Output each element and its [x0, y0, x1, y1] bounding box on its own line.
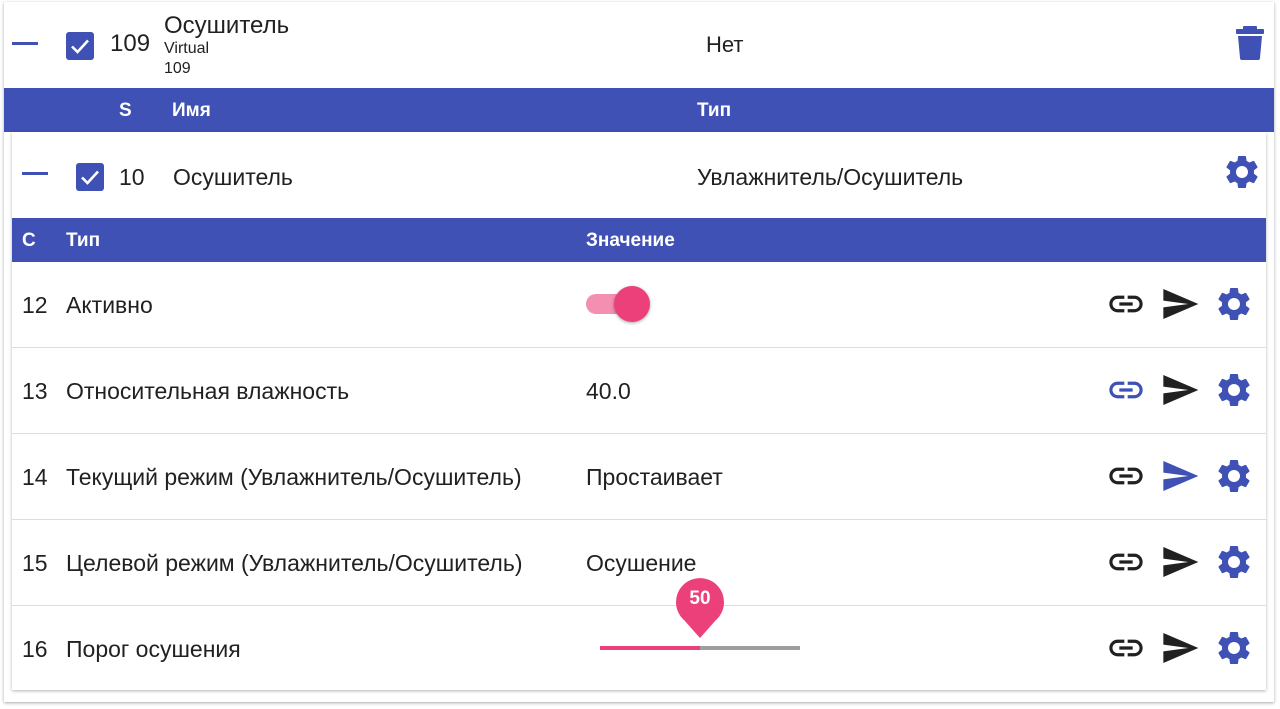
send-icon[interactable] — [1160, 456, 1200, 496]
send-icon[interactable] — [1160, 284, 1200, 324]
collapse-service-icon[interactable] — [22, 172, 48, 175]
service-settings-gear-icon[interactable] — [1222, 152, 1262, 192]
send-icon[interactable] — [1160, 542, 1200, 582]
header-col-type: Тип — [697, 100, 732, 121]
service-checkbox[interactable] — [76, 163, 104, 191]
link-icon[interactable] — [1106, 370, 1146, 410]
property-id: 16 — [22, 636, 48, 662]
property-id: 13 — [22, 378, 48, 404]
service-id: 10 — [119, 164, 145, 190]
properties-table-header: C Тип Значение — [12, 218, 1266, 262]
property-value: Осушение — [586, 550, 697, 576]
device-subtitle-2: 109 — [164, 60, 191, 77]
property-id: 14 — [22, 464, 48, 490]
device-checkbox[interactable] — [66, 32, 94, 60]
property-value: 40.0 — [586, 378, 631, 404]
checkmark-icon — [71, 39, 89, 54]
link-icon[interactable] — [1106, 456, 1146, 496]
property-name: Порог осушения — [66, 636, 241, 662]
property-name: Целевой режим (Увлажнитель/Осушитель) — [66, 550, 523, 576]
toggle-thumb[interactable] — [614, 286, 650, 322]
property-row: 14 Текущий режим (Увлажнитель/Осушитель) П… — [12, 434, 1266, 520]
device-subtitle-1: Virtual — [164, 40, 210, 57]
header-col-value: Значение — [586, 230, 675, 251]
property-row: 15 Целевой режим (Увлажнитель/Осушитель) О… — [12, 520, 1266, 606]
service-type: Увлажнитель/Осушитель — [697, 164, 964, 190]
header-col-prop-type: Тип — [66, 230, 101, 251]
slider-value-bubble[interactable]: 50 — [674, 576, 726, 640]
checkmark-icon — [81, 170, 99, 185]
settings-gear-icon[interactable] — [1214, 542, 1254, 582]
send-icon[interactable] — [1160, 628, 1200, 668]
link-icon[interactable] — [1106, 628, 1146, 668]
slider-fill — [600, 646, 700, 650]
service-name: Осушитель — [173, 164, 293, 190]
header-col-s: S — [119, 100, 132, 121]
device-id: 109 — [110, 30, 151, 57]
header-col-c: C — [22, 230, 36, 251]
active-toggle[interactable] — [586, 286, 650, 322]
collapse-device-icon[interactable] — [12, 42, 38, 45]
trash-icon[interactable] — [1236, 26, 1264, 60]
property-name: Активно — [66, 292, 153, 318]
header-col-name: Имя — [172, 100, 211, 121]
service-table-header: S Имя Тип — [4, 88, 1274, 132]
property-name: Текущий режим (Увлажнитель/Осушитель) — [66, 464, 522, 490]
link-icon[interactable] — [1106, 542, 1146, 582]
device-name: Осушитель — [164, 12, 290, 39]
property-row: 16 Порог осушения 50 — [12, 578, 1266, 692]
accessory-card: 109 Осушитель Virtual 109 Нет S Имя Тип … — [4, 2, 1274, 702]
device-room: Нет — [706, 32, 744, 57]
service-card: 10 Осушитель Увлажнитель/Осушитель C Тип… — [12, 132, 1266, 690]
device-row: 109 Осушитель Virtual 109 Нет — [4, 2, 1274, 87]
property-name: Относительная влажность — [66, 378, 350, 404]
property-id: 15 — [22, 550, 48, 576]
property-row: 13 Относительная влажность 40.0 — [12, 348, 1266, 434]
property-row: 12 Активно — [12, 262, 1266, 348]
settings-gear-icon[interactable] — [1214, 284, 1254, 324]
property-value: Простаивает — [586, 464, 723, 490]
settings-gear-icon[interactable] — [1214, 456, 1254, 496]
send-icon[interactable] — [1160, 370, 1200, 410]
link-icon[interactable] — [1106, 284, 1146, 324]
property-id: 12 — [22, 292, 48, 318]
threshold-slider[interactable]: 50 — [600, 578, 800, 652]
service-row: 10 Осушитель Увлажнитель/Осушитель — [12, 132, 1266, 218]
settings-gear-icon[interactable] — [1214, 370, 1254, 410]
settings-gear-icon[interactable] — [1214, 628, 1254, 668]
slider-value-label: 50 — [689, 588, 711, 609]
